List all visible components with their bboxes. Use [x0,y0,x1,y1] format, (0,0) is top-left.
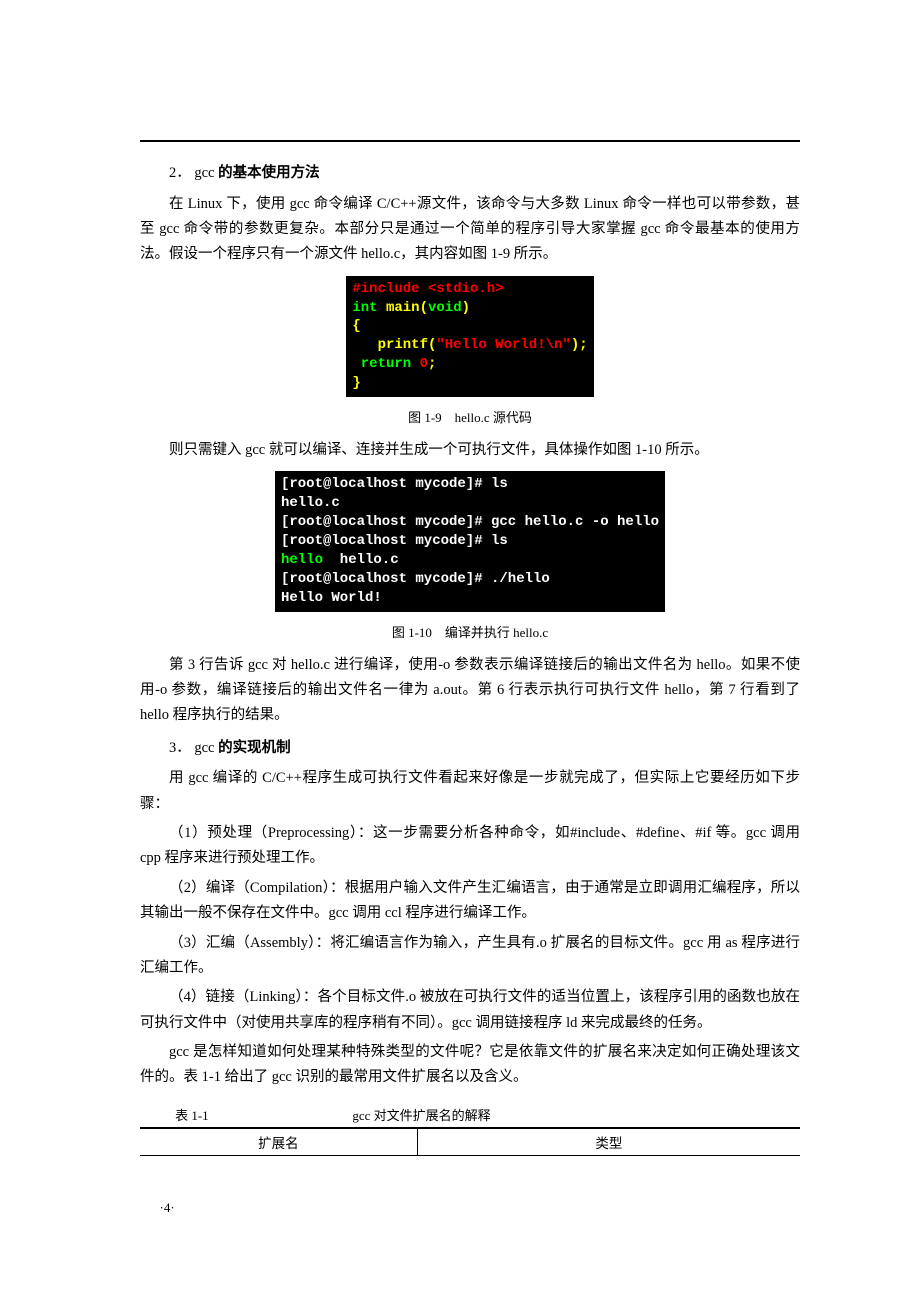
heading-number: 2． [169,165,191,181]
paragraph: （1）预处理（Preprocessing）：这一步需要分析各种命令，如#incl… [140,821,800,872]
table-label-row: 表 1-1 gcc 对文件扩展名的解释 [140,1105,800,1125]
code-token: 0 [420,356,428,372]
code-token: \n [546,337,563,353]
code-line: [root@localhost mycode]# gcc hello.c -o … [281,514,659,530]
code-token: int [352,300,386,316]
code-token: "Hello World! [436,337,545,353]
page: 2． gcc 的基本使用方法 在 Linux 下，使用 gcc 命令编译 C/C… [0,0,920,1276]
code-token: ) [462,300,470,316]
code-token: return [361,356,420,372]
figure-caption: 图 1-9 hello.c 源代码 [140,407,800,426]
code-token: main( [386,300,428,316]
paragraph: （4）链接（Linking）：各个目标文件.o 被放在可执行文件的适当位置上，该… [140,985,800,1036]
code-figure-1-9: #include <stdio.h> int main(void) { prin… [346,276,593,397]
code-token: hello [281,552,323,568]
heading-bold: 的基本使用方法 [218,165,320,181]
code-line: hello.c [281,495,340,511]
code-token: void [428,300,462,316]
code-token: printf( [352,337,436,353]
code-token: ; [428,356,436,372]
code-token: <stdio.h> [428,281,504,297]
page-number: ·4· [160,1200,801,1216]
heading-prefix: gcc [194,740,218,756]
table-row: 扩展名 类型 [140,1128,800,1156]
paragraph: 第 3 行告诉 gcc 对 hello.c 进行编译，使用-o 参数表示编译链接… [140,653,800,729]
paragraph: 用 gcc 编译的 C/C++程序生成可执行文件看起来好像是一步就完成了，但实际… [140,766,800,817]
code-line: [root@localhost mycode]# ls [281,533,508,549]
table-title: gcc 对文件扩展名的解释 [352,1105,490,1124]
code-line: [root@localhost mycode]# ls [281,476,508,492]
heading-prefix: gcc [194,165,218,181]
code-token: #include [352,281,428,297]
code-figure-1-10: [root@localhost mycode]# ls hello.c [roo… [275,471,665,611]
table-number: 表 1-1 [175,1105,209,1124]
paragraph: 则只需键入 gcc 就可以编译、连接并生成一个可执行文件，具体操作如图 1-10… [140,438,800,463]
code-line: Hello World! [281,590,382,606]
extensions-table: 扩展名 类型 [140,1127,800,1156]
code-token: ); [571,337,588,353]
code-token: } [352,375,360,391]
table-header-ext: 扩展名 [140,1128,417,1156]
heading-bold: 的实现机制 [218,740,291,756]
code-token [352,356,360,372]
figure-caption: 图 1-10 编译并执行 hello.c [140,622,800,641]
code-line: [root@localhost mycode]# ./hello [281,571,550,587]
heading-number: 3． [169,740,191,756]
code-token: { [352,318,360,334]
paragraph: gcc 是怎样知道如何处理某种特殊类型的文件呢？它是依靠文件的扩展名来决定如何正… [140,1040,800,1091]
section-heading-2: 2． gcc 的基本使用方法 [140,160,800,188]
paragraph: （3）汇编（Assembly）：将汇编语言作为输入，产生具有.o 扩展名的目标文… [140,931,800,982]
table-header-type: 类型 [417,1128,800,1156]
code-token: hello.c [323,552,399,568]
paragraph: 在 Linux 下，使用 gcc 命令编译 C/C++源文件，该命令与大多数 L… [140,192,800,268]
paragraph: （2）编译（Compilation）：根据用户输入文件产生汇编语言，由于通常是立… [140,876,800,927]
section-heading-3: 3． gcc 的实现机制 [140,735,800,763]
code-token: " [562,337,570,353]
header-rule [140,140,800,142]
